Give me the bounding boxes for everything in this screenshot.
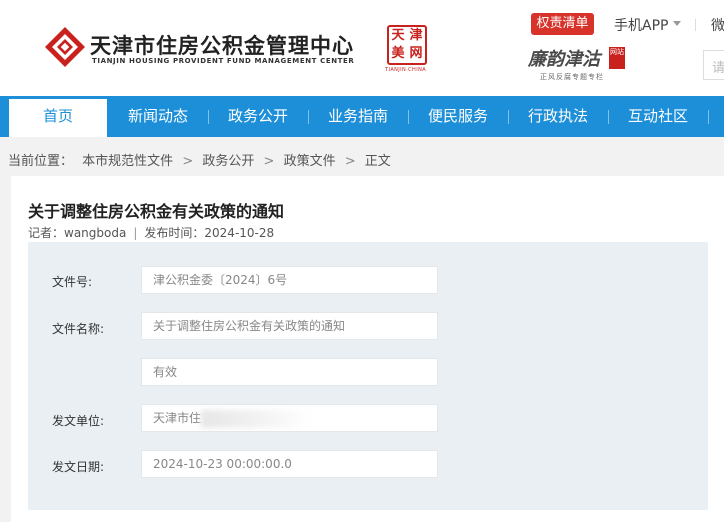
issuer-value: 天津市住 [153,411,202,425]
publish-date-label: 发布时间： [144,226,205,240]
issue-date-field: 2024-10-23 00:00:00.0 [141,450,438,478]
seal-caption: TIANJIN·CHINA [385,67,427,73]
breadcrumb-separator: > [263,154,275,169]
site-subtitle: TIANJIN HOUSING PROVIDENT FUND MANAGEMEN… [92,57,355,65]
page-title: 关于调整住房公积金有关政策的通知 [28,202,285,221]
field-label-issuer: 发文单位: [52,414,105,428]
breadcrumb-item-current: 正文 [364,154,391,169]
doc-name-field: 关于调整住房公积金有关政策的通知 [141,312,438,340]
housing-fund-logo-icon[interactable] [44,26,86,68]
meta-divider: | [133,226,138,240]
search-input[interactable]: 请 [703,50,724,80]
breadcrumb: 当前位置： 本市规范性文件 > 政务公开 > 政策文件 > 正文 [8,150,396,169]
nav-item-home[interactable]: 首页 [9,96,107,137]
header-divider [695,19,696,31]
breadcrumb-separator: > [182,154,194,169]
nav-item-community[interactable]: 互动社区 [608,96,708,137]
lianjie-banner-link[interactable]: 廉韵津沽 [528,45,600,71]
nav-item-news[interactable]: 新闻动态 [108,96,208,137]
seal-char: 天 [391,28,405,43]
nav-divider [708,110,709,124]
author-label: 记者： [28,226,65,240]
nav-item-services[interactable]: 便民服务 [408,96,508,137]
lianjie-site-tag: 网站 [609,47,625,69]
issuer-field: 天津市住 [141,404,438,432]
breadcrumb-separator: > [344,154,356,169]
power-list-button[interactable]: 权责清单 [531,13,594,35]
nav-item-gov-affairs[interactable]: 政务公开 [208,96,308,137]
site-title[interactable]: 天津市住房公积金管理中心 [90,30,354,60]
publish-date: 2024-10-28 [204,226,275,240]
breadcrumb-item[interactable]: 本市规范性文件 [82,154,173,169]
field-label-doc-name: 文件名称: [52,322,105,336]
chevron-down-icon[interactable] [673,21,681,26]
weixin-link[interactable]: 微 [711,15,724,35]
validity-field: 有效 [141,358,438,386]
mobile-app-link[interactable]: 手机APP [614,15,668,35]
nav-item-business-guide[interactable]: 业务指南 [308,96,408,137]
breadcrumb-item[interactable]: 政务公开 [202,154,254,169]
seal-char: 美 [391,46,405,61]
field-label-doc-number: 文件号: [52,275,93,289]
author-name: wangboda [64,226,127,240]
redacted-blur [201,409,312,428]
doc-number-field: 津公积金委〔2024〕6号 [141,266,438,294]
article-meta: 记者：wangboda | 发布时间：2024-10-28 [28,224,274,241]
lianjie-subtitle: 正风反腐专题专栏 [540,73,604,81]
nav-item-enforcement[interactable]: 行政执法 [508,96,608,137]
field-label-issue-date: 发文日期: [52,460,105,474]
breadcrumb-item[interactable]: 政策文件 [284,154,336,169]
tianjin-seal-icon[interactable]: 天 津 美 网 [387,25,427,65]
site-header: 天津市住房公积金管理中心 TIANJIN HOUSING PROVIDENT F… [0,0,724,96]
main-nav: 首页 新闻动态 政务公开 业务指南 便民服务 行政执法 互动社区 [0,96,724,137]
seal-char: 网 [409,46,423,61]
seal-char: 津 [409,28,423,43]
breadcrumb-prefix: 当前位置： [8,154,74,169]
